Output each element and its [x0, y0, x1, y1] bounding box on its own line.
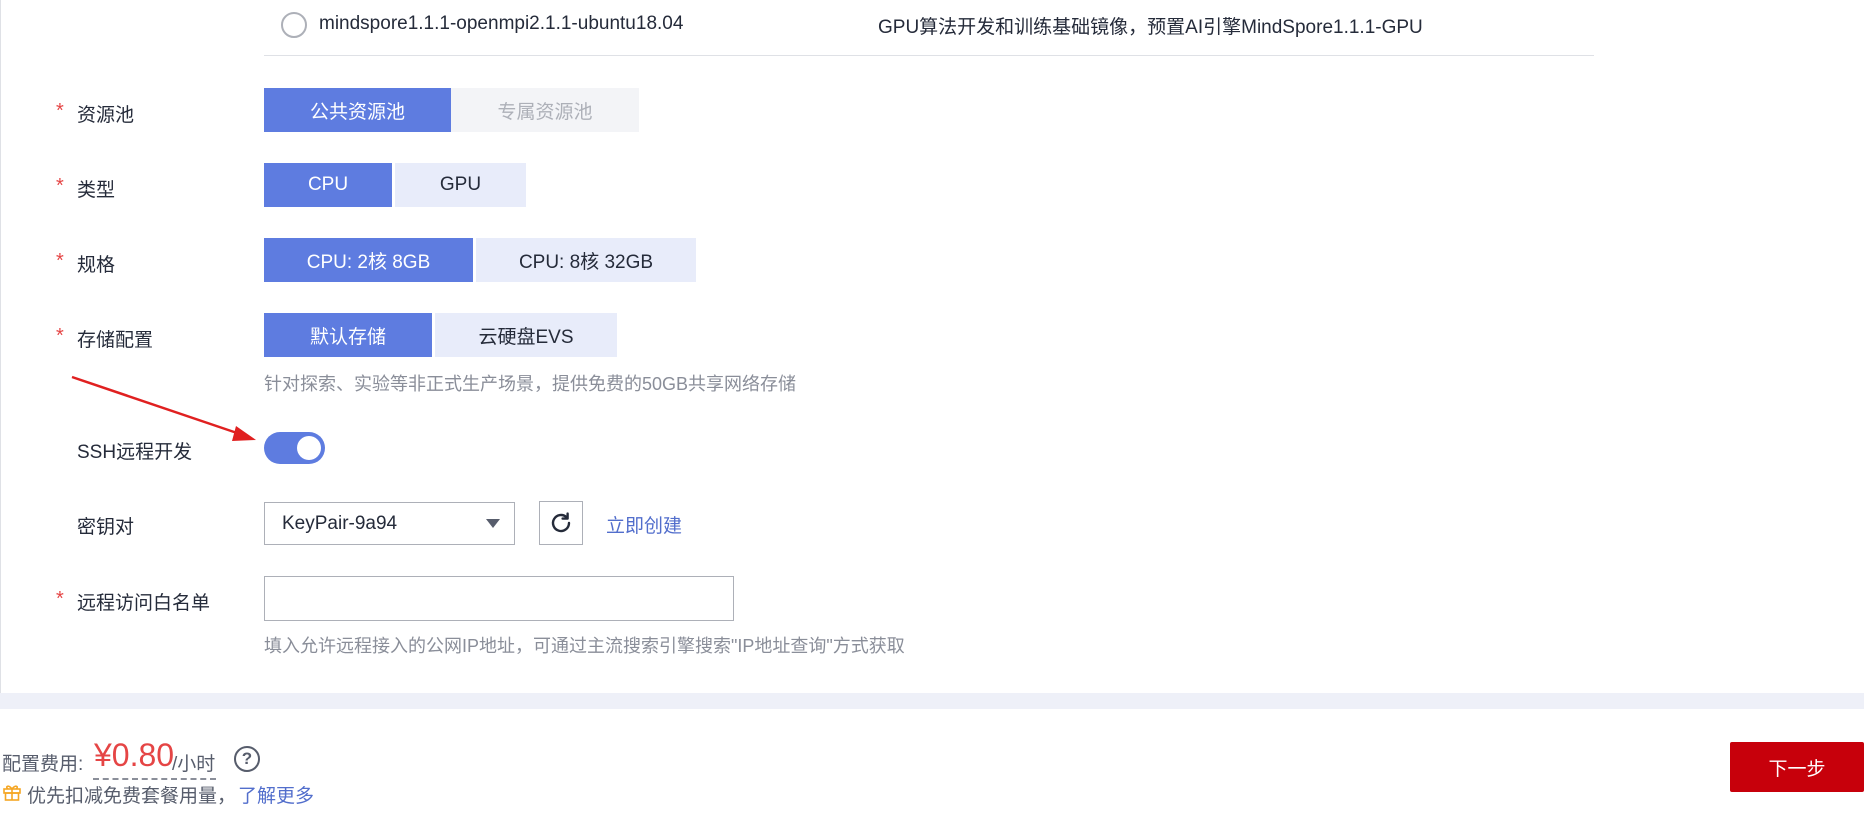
fee-label: 配置费用:: [2, 754, 84, 775]
refresh-button[interactable]: [539, 501, 583, 545]
resource-pool-public-button[interactable]: 公共资源池: [264, 88, 451, 132]
whitelist-hint: 填入允许远程接入的公网IP地址，可通过主流搜索引擎搜索"IP地址查询"方式获取: [264, 636, 905, 656]
type-label: 类型: [77, 180, 116, 201]
type-cpu-button[interactable]: CPU: [264, 163, 392, 207]
spec-segment: CPU: 2核 8GB CPU: 8核 32GB: [264, 238, 696, 282]
question-circle-icon[interactable]: ?: [234, 746, 260, 772]
image-radio[interactable]: [281, 12, 307, 38]
required-mark: *: [56, 250, 64, 272]
next-step-button[interactable]: 下一步: [1730, 742, 1864, 792]
footer-bar: 配置费用: ¥0.80 /小时 ? 优先扣减免费套餐用量， 了解更多 下一步: [0, 709, 1864, 814]
spec-label: 规格: [77, 255, 116, 276]
storage-segment: 默认存储 云硬盘EVS: [264, 313, 617, 357]
keypair-select[interactable]: KeyPair-9a94: [264, 502, 515, 545]
create-keypair-link[interactable]: 立即创建: [606, 511, 682, 538]
storage-evs-button[interactable]: 云硬盘EVS: [435, 313, 617, 357]
keypair-value: KeyPair-9a94: [282, 513, 398, 534]
fee-price: ¥0.80: [94, 737, 175, 773]
storage-hint: 针对探索、实验等非正式生产场景，提供免费的50GB共享网络存储: [264, 374, 797, 394]
spec-8core-button[interactable]: CPU: 8核 32GB: [476, 238, 696, 282]
promo-label: 优先扣减免费套餐用量，: [27, 786, 237, 807]
caret-down-icon: [486, 519, 500, 528]
resource-pool-label: 资源池: [77, 105, 135, 126]
fee-underline: [93, 778, 216, 780]
learn-more-link[interactable]: 了解更多: [238, 786, 314, 807]
type-segment: CPU GPU: [264, 163, 526, 207]
image-row[interactable]: mindspore1.1.1-openmpi2.1.1-ubuntu18.04 …: [264, 0, 1594, 56]
storage-label: 存储配置: [77, 330, 154, 351]
image-description: GPU算法开发和训练基础镜像，预置AI引擎MindSpore1.1.1-GPU: [878, 17, 1423, 38]
toggle-knob: [297, 436, 321, 460]
fee-unit: /小时: [172, 754, 216, 775]
required-mark: *: [56, 175, 64, 197]
required-mark: *: [56, 588, 64, 610]
refresh-icon: [551, 512, 571, 533]
image-name: mindspore1.1.1-openmpi2.1.1-ubuntu18.04: [319, 13, 684, 34]
whitelist-label: 远程访问白名单: [77, 593, 211, 614]
ssh-label: SSH远程开发: [77, 442, 193, 463]
storage-default-button[interactable]: 默认存储: [264, 313, 432, 357]
resource-pool-segment: 公共资源池 专属资源池: [264, 88, 639, 132]
required-mark: *: [56, 325, 64, 347]
spec-2core-button[interactable]: CPU: 2核 8GB: [264, 238, 473, 282]
panel-divider: [0, 693, 1864, 709]
gift-icon: [3, 785, 21, 801]
promo-text: 优先扣减免费套餐用量， 了解更多: [27, 781, 314, 808]
ssh-toggle[interactable]: [264, 432, 325, 464]
whitelist-input[interactable]: [264, 576, 734, 621]
type-gpu-button[interactable]: GPU: [395, 163, 526, 207]
resource-pool-dedicated-button: 专属资源池: [451, 88, 639, 132]
required-mark: *: [56, 100, 64, 122]
keypair-label: 密钥对: [77, 517, 135, 538]
config-panel: mindspore1.1.1-openmpi2.1.1-ubuntu18.04 …: [0, 0, 1864, 693]
